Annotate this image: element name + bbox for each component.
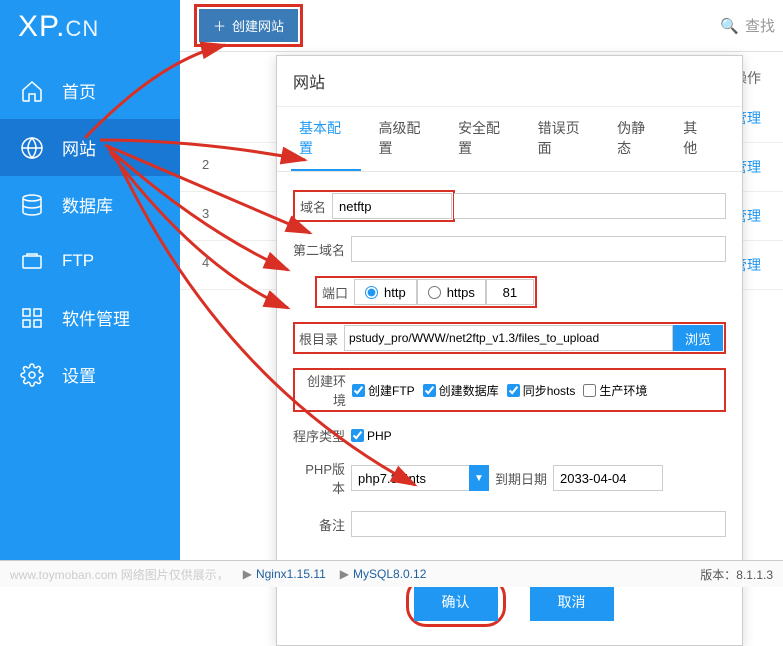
statusbar: www.toymoban.com 网络图片仅供展示， ▶Nginx1.15.11… [0, 560, 783, 587]
play-icon: ▶ [243, 567, 252, 581]
nginx-service[interactable]: ▶Nginx1.15.11 [243, 567, 326, 581]
plus-icon: ＋ [213, 16, 226, 35]
play-icon: ▶ [340, 567, 349, 581]
https-radio-wrap[interactable]: https [417, 279, 486, 305]
prog-type-label: 程序类型 [293, 426, 351, 445]
sync-hosts-checkbox[interactable]: 同步hosts [507, 382, 576, 399]
tab-security[interactable]: 安全配置 [450, 107, 520, 171]
expire-date-input[interactable] [553, 465, 663, 491]
version-label: 版本：8.1.1.3 [700, 566, 773, 583]
gear-icon [20, 363, 44, 387]
https-radio[interactable] [428, 286, 441, 299]
modal-title: 网站 [277, 56, 742, 107]
sidebar-item-label: 软件管理 [62, 305, 130, 330]
tab-other[interactable]: 其他 [675, 107, 718, 171]
sidebar: XP.CN 首页 网站 数据库 FTP 软件管理 设置 [0, 0, 180, 560]
port-input[interactable] [486, 279, 534, 305]
http-radio[interactable] [365, 286, 378, 299]
sidebar-item-label: 首页 [62, 78, 96, 103]
apps-icon [20, 306, 44, 330]
domain-input-ext[interactable] [454, 193, 726, 219]
php-version-label: PHP版本 [293, 459, 351, 497]
sidebar-item-label: 设置 [62, 362, 96, 387]
sidebar-item-home[interactable]: 首页 [0, 62, 180, 119]
logo: XP.CN [0, 0, 180, 62]
php-checkbox[interactable]: PHP [351, 429, 392, 443]
remark-input[interactable] [351, 511, 726, 537]
search-area[interactable]: 🔍 查找 [720, 15, 775, 36]
expire-label: 到期日期 [495, 469, 553, 488]
create-site-modal: 网站 基本配置 高级配置 安全配置 错误页面 伪静态 其他 域名 第二域名 端口… [276, 55, 743, 646]
sidebar-item-database[interactable]: 数据库 [0, 176, 180, 233]
remark-label: 备注 [293, 515, 351, 534]
create-ftp-checkbox[interactable]: 创建FTP [352, 382, 415, 399]
sidebar-item-website[interactable]: 网站 [0, 119, 180, 176]
sidebar-item-label: FTP [62, 251, 94, 271]
tab-basic[interactable]: 基本配置 [291, 107, 361, 171]
confirm-button[interactable]: 确认 [414, 583, 498, 621]
sidebar-item-label: 数据库 [62, 192, 113, 217]
ftp-icon [20, 249, 44, 273]
search-icon: 🔍 [720, 17, 739, 35]
home-icon [20, 79, 44, 103]
tab-rewrite[interactable]: 伪静态 [609, 107, 665, 171]
create-site-button[interactable]: ＋ 创建网站 [199, 9, 298, 42]
root-label: 根目录 [296, 329, 344, 348]
env-label: 创建环境 [296, 371, 352, 409]
domain-input[interactable] [332, 193, 452, 219]
second-domain-input[interactable] [351, 236, 726, 262]
domain-label: 域名 [296, 197, 332, 216]
sidebar-item-ftp[interactable]: FTP [0, 233, 180, 289]
globe-icon [20, 136, 44, 160]
watermark: www.toymoban.com 网络图片仅供展示， [10, 566, 229, 583]
port-label: 端口 [318, 283, 354, 302]
second-domain-label: 第二域名 [293, 240, 351, 259]
database-icon [20, 193, 44, 217]
tab-advanced[interactable]: 高级配置 [371, 107, 441, 171]
prod-env-checkbox[interactable]: 生产环境 [583, 382, 647, 399]
sidebar-item-software[interactable]: 软件管理 [0, 289, 180, 346]
mysql-service[interactable]: ▶MySQL8.0.12 [340, 567, 427, 581]
topbar: ＋ 创建网站 🔍 查找 [180, 0, 783, 52]
browse-button[interactable]: 浏览 [673, 325, 723, 351]
sidebar-item-settings[interactable]: 设置 [0, 346, 180, 403]
http-radio-wrap[interactable]: http [354, 279, 417, 305]
php-version-select[interactable] [351, 465, 489, 491]
root-dir-input[interactable] [344, 325, 673, 351]
cancel-button[interactable]: 取消 [530, 583, 614, 621]
create-site-highlight: ＋ 创建网站 [194, 4, 303, 47]
create-db-checkbox[interactable]: 创建数据库 [423, 382, 499, 399]
sidebar-item-label: 网站 [62, 135, 96, 160]
modal-form: 域名 第二域名 端口 http https 根目录 浏览 [277, 172, 742, 563]
tab-error[interactable]: 错误页面 [530, 107, 600, 171]
modal-tabs: 基本配置 高级配置 安全配置 错误页面 伪静态 其他 [277, 107, 742, 172]
